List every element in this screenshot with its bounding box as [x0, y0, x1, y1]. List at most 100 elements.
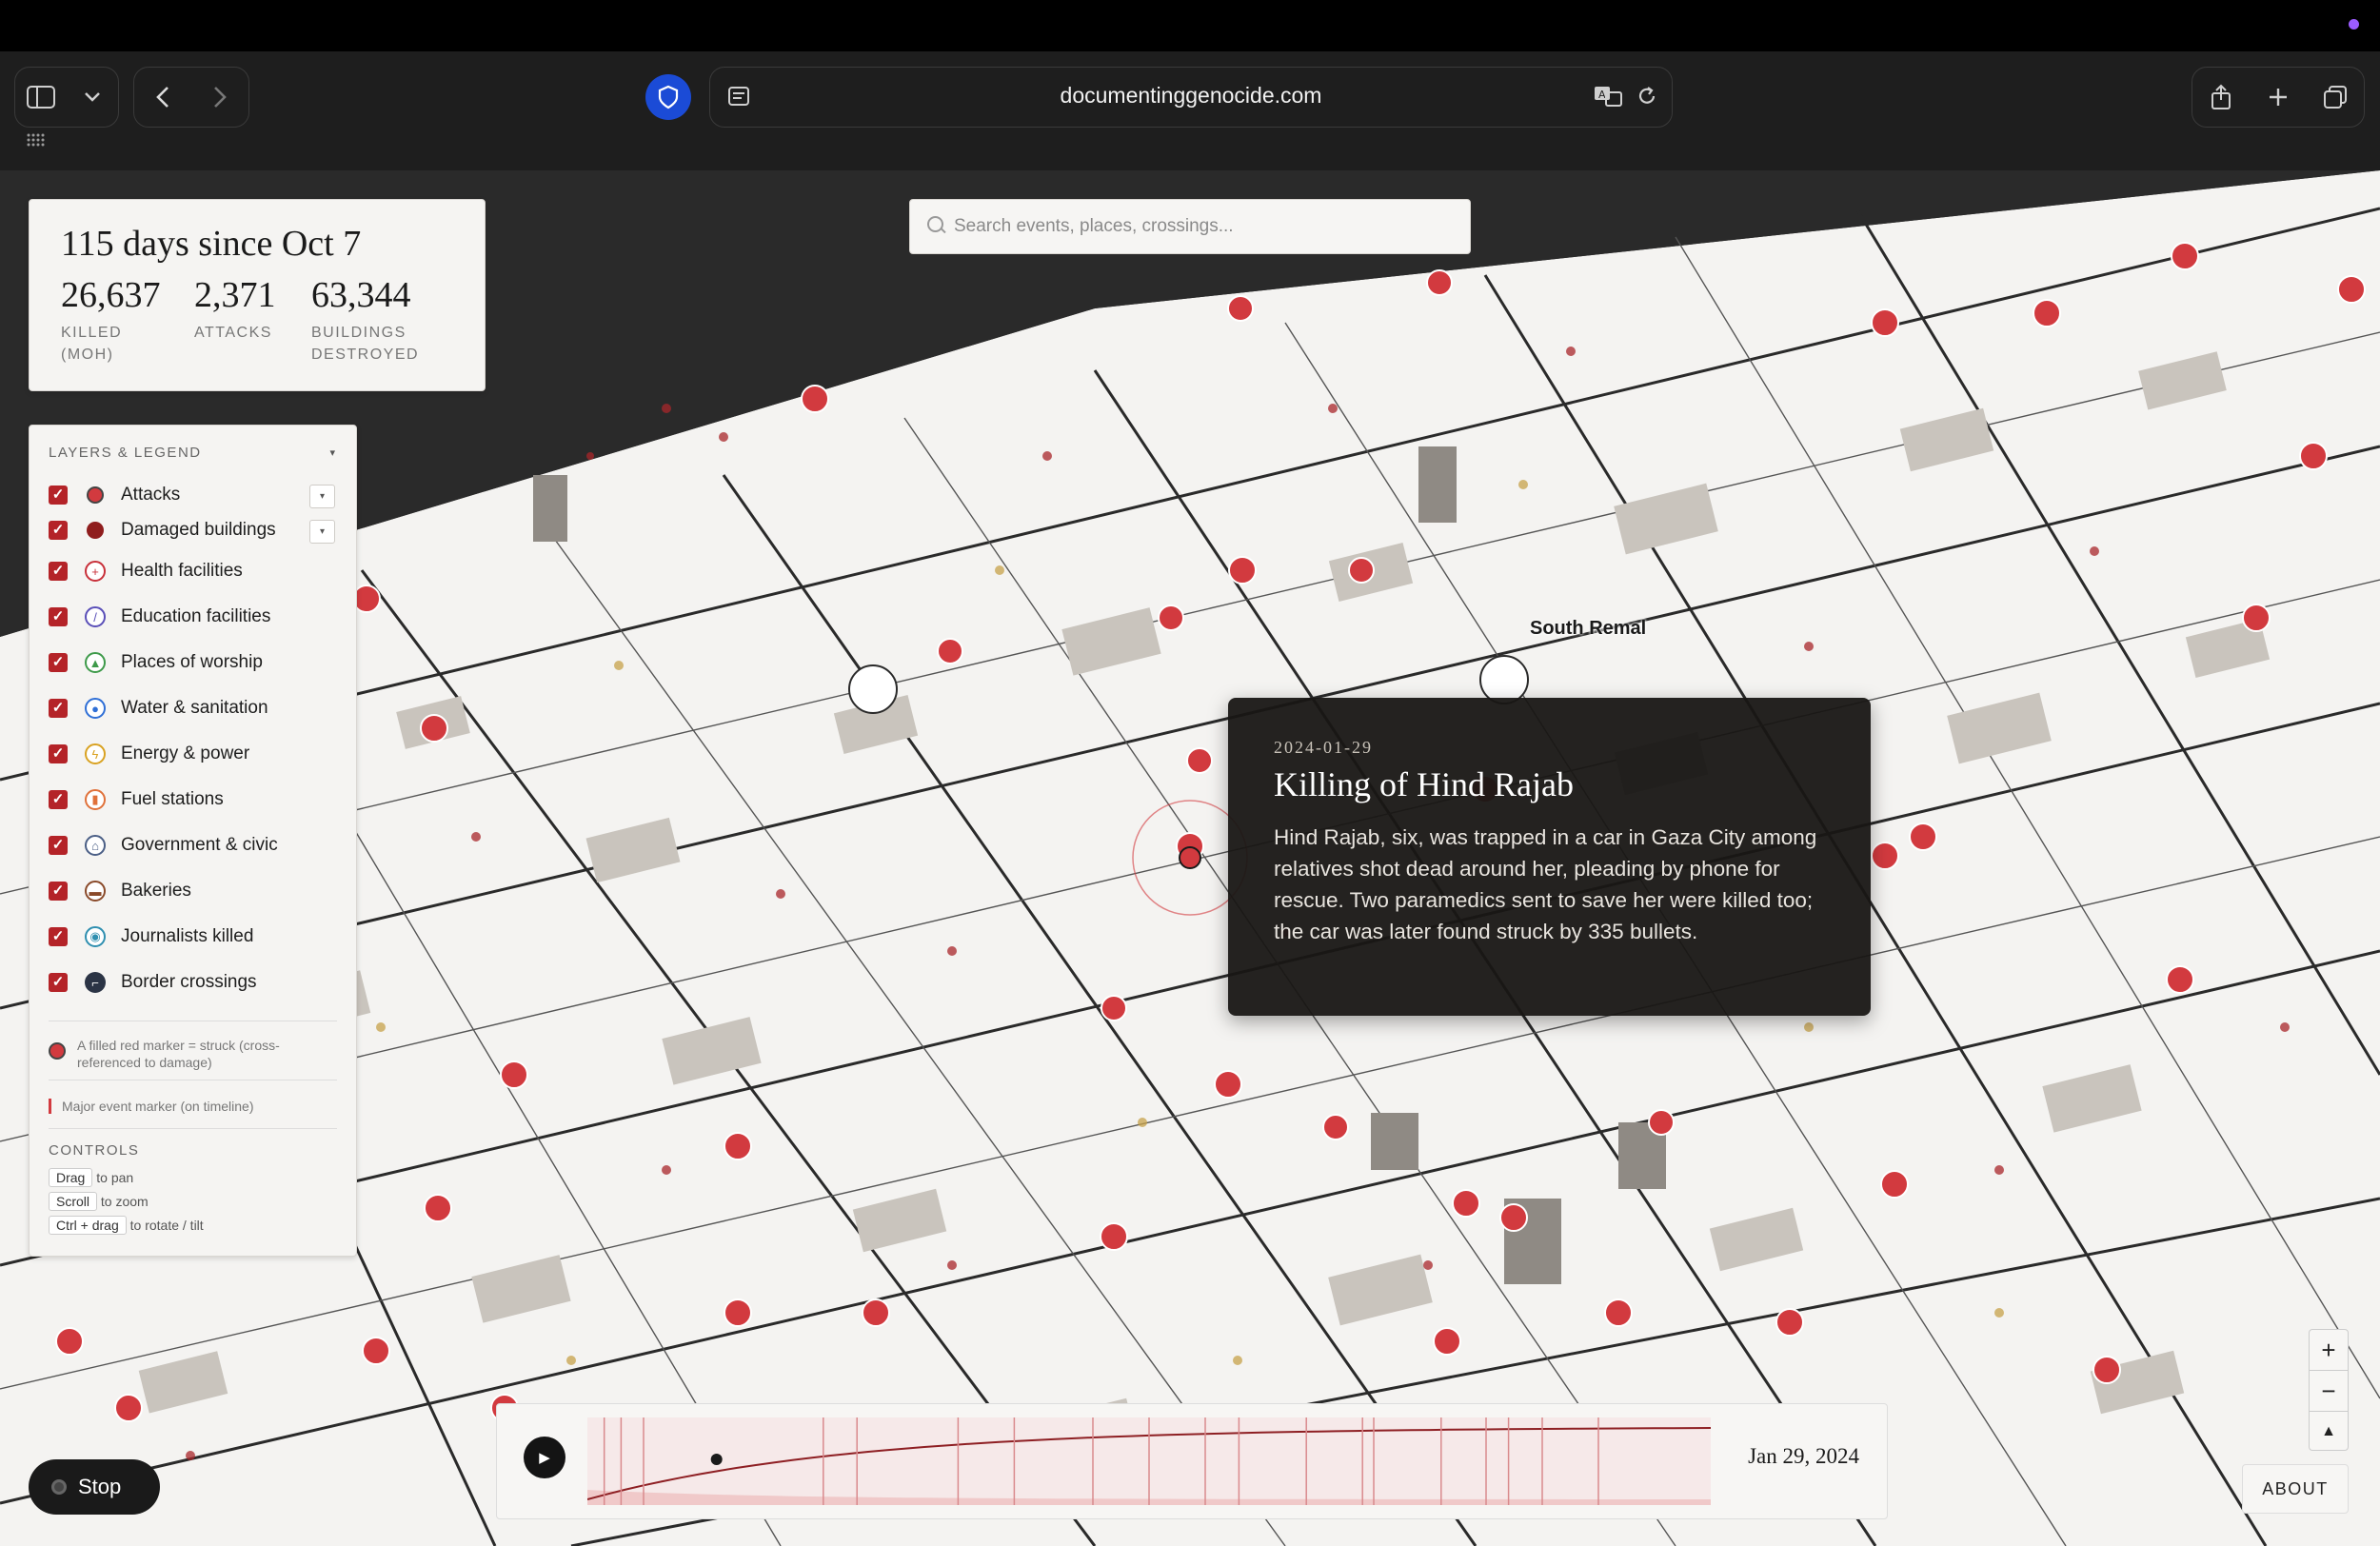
plus-icon[interactable] — [2252, 68, 2304, 127]
checkbox[interactable]: ✓ — [49, 744, 68, 763]
url-text[interactable]: documentinggenocide.com — [710, 83, 1672, 109]
layer-toggle-health[interactable]: ✓ + Health facilities — [49, 557, 243, 585]
search-input[interactable] — [952, 211, 1451, 242]
stat-killed: 26,637 KILLED (MOH) — [61, 274, 161, 366]
zoom-out-button[interactable]: − — [2310, 1370, 2348, 1411]
struck-marker-icon — [49, 1042, 66, 1060]
key-drag: Drag — [49, 1168, 93, 1187]
layer-toggle-damaged-buildings[interactable]: ✓ Damaged buildings — [49, 516, 276, 545]
system-menu-bar — [0, 0, 2380, 51]
timeline-histogram[interactable] — [587, 1417, 1711, 1505]
layer-label: Health facilities — [121, 561, 243, 581]
key-ctrl-drag: Ctrl + drag — [49, 1216, 127, 1235]
shield-icon[interactable] — [645, 74, 691, 120]
checkbox[interactable]: ✓ — [49, 607, 68, 626]
checkbox[interactable]: ✓ — [49, 653, 68, 672]
place-label: South Remal — [1530, 618, 1647, 639]
layers-legend-panel: LAYERS & LEGEND ▾ ✓ Attacks ▾ ✓ Damaged … — [29, 425, 357, 1257]
stat-label: KILLED (MOH) — [61, 325, 123, 363]
layer-label: Energy & power — [121, 743, 250, 763]
layer-toggle-worship[interactable]: ✓ ▲ Places of worship — [49, 648, 263, 677]
mosque-icon: ▲ — [85, 652, 106, 673]
timeline-date: Jan 29, 2024 — [1748, 1444, 1859, 1468]
checkbox[interactable]: ✓ — [49, 973, 68, 992]
checkbox[interactable]: ✓ — [49, 836, 68, 855]
event-tooltip: 2024-01-29 Killing of Hind Rajab Hind Ra… — [1228, 698, 1871, 1016]
control-action: to rotate / tilt — [129, 1218, 204, 1233]
checkbox[interactable]: ✓ — [49, 882, 68, 901]
layer-label: Places of worship — [121, 652, 263, 672]
lightning-icon: ϟ — [85, 743, 106, 764]
status-dot-icon — [2349, 19, 2359, 30]
checkbox[interactable]: ✓ — [49, 790, 68, 809]
layer-toggle-energy[interactable]: ✓ ϟ Energy & power — [49, 740, 249, 768]
history-nav-group — [133, 67, 249, 128]
search-icon — [927, 216, 943, 232]
checkbox[interactable]: ✓ — [49, 562, 68, 581]
event-description: Hind Rajab, six, was trapped in a car in… — [1274, 825, 1817, 943]
layer-toggle-fuel[interactable]: ✓ ▮ Fuel stations — [49, 785, 224, 814]
layer-label: Water & sanitation — [121, 698, 268, 718]
layer-toggle-crossings[interactable]: ✓ ⌐ Border crossings — [49, 968, 257, 997]
back-icon[interactable] — [134, 68, 191, 127]
window-actions-group — [2192, 67, 2365, 128]
layer-dropdown-attacks[interactable]: ▾ — [309, 485, 335, 508]
play-button[interactable]: ▶ — [524, 1437, 565, 1478]
tabs-icon[interactable] — [2310, 68, 2361, 127]
share-icon[interactable] — [2195, 68, 2247, 127]
days-counter-title: 115 days since Oct 7 — [61, 224, 362, 264]
layer-label: Attacks — [121, 485, 181, 505]
collapse-caret-icon[interactable]: ▾ — [329, 446, 335, 459]
reload-icon[interactable] — [1636, 85, 1658, 112]
compass-icon[interactable]: ▲ — [2310, 1411, 2348, 1452]
divider — [49, 1128, 337, 1129]
stat-label: BUILDINGS DESTROYED — [311, 325, 420, 363]
layer-label: Damaged buildings — [121, 520, 276, 540]
layer-toggle-bakeries[interactable]: ✓ ▬ Bakeries — [49, 877, 191, 905]
sidebar-toggle-group — [14, 67, 119, 128]
layer-toggle-education[interactable]: ✓ / Education facilities — [49, 603, 270, 631]
control-hint-scroll: Scroll to zoom — [49, 1192, 149, 1211]
sidebar-icon[interactable] — [15, 68, 67, 127]
control-hint-rotate: Ctrl + drag to rotate / tilt — [49, 1216, 204, 1235]
forward-icon[interactable] — [191, 68, 248, 127]
stats-panel: 115 days since Oct 7 26,637 KILLED (MOH)… — [29, 199, 486, 391]
chevron-down-icon[interactable] — [67, 68, 118, 127]
checkbox[interactable]: ✓ — [49, 927, 68, 946]
stat-value: 26,637 — [61, 275, 161, 315]
stat-buildings: 63,344 BUILDINGS DESTROYED — [311, 274, 435, 366]
stop-button[interactable]: Stop — [29, 1459, 160, 1515]
about-button[interactable]: ABOUT — [2242, 1464, 2349, 1514]
stat-value: 2,371 — [194, 275, 276, 315]
checkbox[interactable]: ✓ — [49, 521, 68, 540]
layer-toggle-attacks[interactable]: ✓ Attacks — [49, 481, 180, 509]
timeline-playhead[interactable] — [710, 1454, 723, 1465]
svg-text:A: A — [1598, 89, 1606, 101]
timeline-bar[interactable]: ▶ Jan 29, 2024 — [496, 1403, 1888, 1519]
browser-toolbar: documentinggenocide.com A — [0, 51, 2380, 170]
gate-icon: ⌐ — [85, 972, 106, 993]
layer-label: Government & civic — [121, 835, 278, 855]
checkbox[interactable]: ✓ — [49, 486, 68, 505]
health-cross-icon: + — [85, 561, 106, 582]
layer-label: Bakeries — [121, 881, 191, 901]
control-action: to zoom — [100, 1194, 149, 1209]
translate-icon[interactable]: A — [1594, 85, 1622, 112]
address-bar[interactable]: documentinggenocide.com A — [709, 67, 1673, 128]
layer-toggle-water[interactable]: ✓ ● Water & sanitation — [49, 694, 268, 723]
layer-toggle-government[interactable]: ✓ ⌂ Government & civic — [49, 831, 278, 860]
layer-label: Border crossings — [121, 972, 257, 992]
controls-heading: CONTROLS — [49, 1142, 140, 1159]
checkbox[interactable]: ✓ — [49, 699, 68, 718]
zoom-in-button[interactable]: + — [2310, 1330, 2348, 1370]
pencil-icon: / — [85, 606, 106, 627]
search-box[interactable] — [909, 199, 1471, 254]
stat-value: 63,344 — [311, 275, 411, 315]
grid-icon[interactable] — [27, 133, 46, 151]
event-date: 2024-01-29 — [1274, 738, 1373, 757]
layer-label: Education facilities — [121, 606, 271, 626]
water-drop-icon: ● — [85, 698, 106, 719]
layer-toggle-journalists[interactable]: ✓ ◉ Journalists killed — [49, 922, 253, 951]
layer-dropdown-damaged-buildings[interactable]: ▾ — [309, 520, 335, 544]
stat-attacks: 2,371 ATTACKS — [194, 274, 327, 344]
